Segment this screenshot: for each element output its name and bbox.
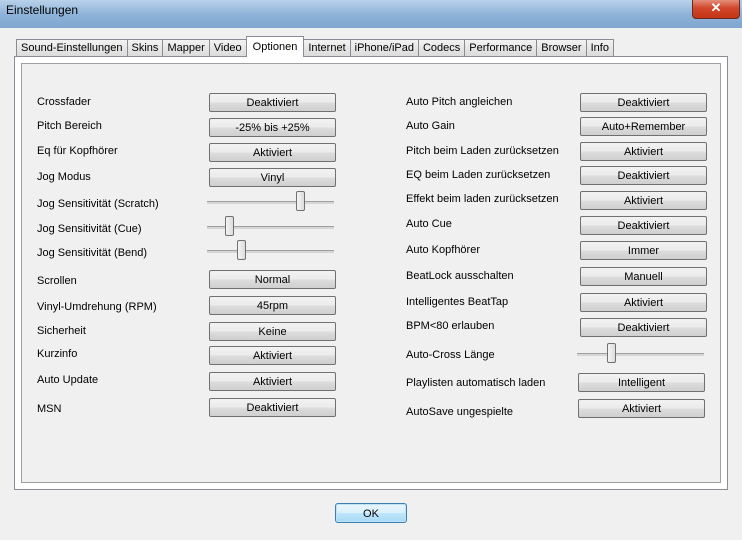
jog-bend-label: Jog Sensitivität (Bend): [37, 247, 148, 259]
effekt-reset-label: Effekt beim laden zurücksetzen: [406, 193, 559, 205]
title-bar: Einstellungen ✕: [0, 0, 742, 28]
tab-sound-einstellungen[interactable]: Sound-Einstellungen: [16, 39, 128, 57]
settings-window: Einstellungen ✕ Sound-Einstellungen Skin…: [0, 0, 742, 540]
pitch-reset-label: Pitch beim Laden zurücksetzen: [406, 145, 559, 157]
auto-kopfhoerer-button[interactable]: Immer: [580, 241, 707, 260]
msn-button[interactable]: Deaktiviert: [209, 398, 336, 417]
vinyl-umdrehung-button[interactable]: 45rpm: [209, 296, 336, 315]
options-group: Crossfader Deaktiviert Pitch Bereich -25…: [21, 63, 721, 483]
eq-reset-button[interactable]: Deaktiviert: [580, 166, 707, 185]
window-title: Einstellungen: [6, 3, 79, 17]
auto-kopfhoerer-label: Auto Kopfhörer: [406, 244, 480, 256]
jog-modus-button[interactable]: Vinyl: [209, 168, 336, 187]
dialog-body: Sound-Einstellungen Skins Mapper Video O…: [8, 28, 734, 532]
jog-cue-slider[interactable]: [207, 216, 334, 238]
close-button[interactable]: ✕: [692, 0, 740, 19]
pitch-bereich-label: Pitch Bereich: [37, 120, 102, 132]
beattap-button[interactable]: Aktiviert: [580, 293, 707, 312]
pitch-reset-button[interactable]: Aktiviert: [580, 142, 707, 161]
msn-label: MSN: [37, 403, 62, 415]
bpm80-button[interactable]: Deaktiviert: [580, 318, 707, 337]
auto-cue-label: Auto Cue: [406, 218, 452, 230]
auto-pitch-button[interactable]: Deaktiviert: [580, 93, 707, 112]
scrollen-button[interactable]: Normal: [209, 270, 336, 289]
slider-thumb[interactable]: [225, 216, 234, 236]
slider-thumb[interactable]: [607, 343, 616, 363]
beatlock-label: BeatLock ausschalten: [406, 270, 514, 282]
jog-scratch-label: Jog Sensitivität (Scratch): [37, 198, 159, 210]
auto-gain-label: Auto Gain: [406, 120, 455, 132]
autosave-button[interactable]: Aktiviert: [578, 399, 705, 418]
tab-mapper[interactable]: Mapper: [162, 39, 210, 57]
sicherheit-label: Sicherheit: [37, 325, 86, 337]
auto-cross-slider[interactable]: [577, 343, 704, 365]
tab-skins[interactable]: Skins: [126, 39, 164, 57]
playlisten-label: Playlisten automatisch laden: [406, 377, 546, 389]
jog-bend-slider[interactable]: [207, 240, 334, 262]
vinyl-umdrehung-label: Vinyl-Umdrehung (RPM): [37, 301, 157, 313]
tab-internet[interactable]: Internet: [303, 39, 351, 57]
bpm80-label: BPM<80 erlauben: [406, 320, 495, 332]
slider-track: [577, 353, 704, 356]
auto-gain-button[interactable]: Auto+Remember: [580, 117, 707, 136]
auto-cue-button[interactable]: Deaktiviert: [580, 216, 707, 235]
jog-modus-label: Jog Modus: [37, 171, 91, 183]
beattap-label: Intelligentes BeatTap: [406, 296, 509, 308]
sicherheit-button[interactable]: Keine: [209, 322, 336, 341]
tab-optionen[interactable]: Optionen: [245, 36, 305, 57]
eq-kopfhoerer-button[interactable]: Aktiviert: [209, 143, 336, 162]
kurzinfo-button[interactable]: Aktiviert: [209, 346, 336, 365]
scrollen-label: Scrollen: [37, 275, 77, 287]
tab-performance[interactable]: Performance: [464, 39, 538, 57]
slider-thumb[interactable]: [296, 191, 305, 211]
auto-update-label: Auto Update: [37, 374, 99, 386]
tab-codecs[interactable]: Codecs: [417, 39, 466, 57]
auto-cross-label: Auto-Cross Länge: [406, 349, 495, 361]
tab-video[interactable]: Video: [208, 39, 247, 57]
close-icon: ✕: [710, 0, 722, 15]
eq-reset-label: EQ beim Laden zurücksetzen: [406, 169, 551, 181]
crossfader-button[interactable]: Deaktiviert: [209, 93, 336, 112]
tab-strip: Sound-Einstellungen Skins Mapper Video O…: [16, 36, 614, 57]
options-panel: Crossfader Deaktiviert Pitch Bereich -25…: [14, 56, 728, 490]
tab-browser[interactable]: Browser: [536, 39, 587, 57]
tab-iphone-ipad[interactable]: iPhone/iPad: [349, 39, 419, 57]
crossfader-label: Crossfader: [37, 96, 91, 108]
auto-update-button[interactable]: Aktiviert: [209, 372, 336, 391]
slider-track: [207, 201, 334, 204]
playlisten-button[interactable]: Intelligent: [578, 373, 705, 392]
pitch-bereich-button[interactable]: -25% bis +25%: [209, 118, 336, 137]
effekt-reset-button[interactable]: Aktiviert: [580, 191, 707, 210]
jog-cue-label: Jog Sensitivität (Cue): [37, 223, 142, 235]
auto-pitch-label: Auto Pitch angleichen: [406, 96, 513, 108]
ok-button[interactable]: OK: [335, 503, 407, 523]
kurzinfo-label: Kurzinfo: [37, 348, 78, 360]
slider-track: [207, 250, 334, 253]
slider-thumb[interactable]: [237, 240, 246, 260]
tab-info[interactable]: Info: [585, 39, 614, 57]
beatlock-button[interactable]: Manuell: [580, 267, 707, 286]
autosave-label: AutoSave ungespielte: [406, 406, 514, 418]
jog-scratch-slider[interactable]: [207, 191, 334, 213]
eq-kopfhoerer-label: Eq für Kopfhörer: [37, 145, 118, 157]
